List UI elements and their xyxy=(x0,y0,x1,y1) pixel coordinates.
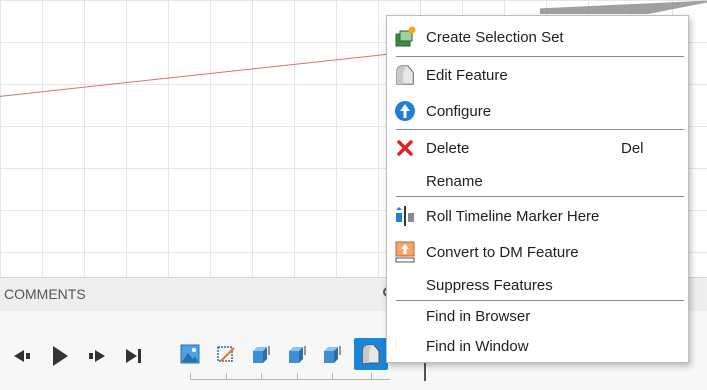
delete-icon xyxy=(394,137,416,159)
extrude-icon xyxy=(253,346,270,363)
skip-forward-button[interactable] xyxy=(122,344,146,368)
timeline-item-extrude-2[interactable] xyxy=(283,339,311,369)
menu-item-label: Find in Browser xyxy=(426,307,531,325)
menu-item-suppress-features[interactable]: Suppress Features xyxy=(387,269,688,301)
timeline-tick xyxy=(261,373,262,380)
convert-dm-feature-icon xyxy=(394,241,416,263)
skip-forward-icon xyxy=(126,349,141,363)
sketch-icon xyxy=(217,346,235,362)
timeline-item-extrude-3[interactable] xyxy=(318,339,346,369)
menu-separator xyxy=(396,129,684,130)
menu-separator xyxy=(396,196,684,197)
timeline-item-sketch[interactable] xyxy=(212,339,240,369)
timeline-tick xyxy=(297,373,298,380)
roll-timeline-marker-icon xyxy=(394,205,416,227)
menu-item-label: Suppress Features xyxy=(426,276,553,294)
timeline-tick xyxy=(371,373,372,380)
comments-label: COMMENTS xyxy=(4,286,86,302)
menu-item-label: Rename xyxy=(426,172,483,190)
context-menu: Create Selection Set Edit Feature Config… xyxy=(386,15,689,363)
sketch-image-icon xyxy=(180,344,200,364)
menu-item-label: Roll Timeline Marker Here xyxy=(426,207,600,225)
edit-feature-icon xyxy=(394,64,416,86)
step-forward-button[interactable] xyxy=(85,344,109,368)
selection-set-icon xyxy=(394,26,416,48)
menu-item-configure[interactable]: Configure xyxy=(387,95,688,127)
menu-item-label: Create Selection Set xyxy=(426,28,564,46)
timeline-item-sketch-image[interactable] xyxy=(176,339,204,369)
extrude-icon xyxy=(289,346,306,363)
menu-item-label: Convert to DM Feature xyxy=(426,243,579,261)
menu-item-label: Configure xyxy=(426,102,492,120)
menu-item-shortcut: Del xyxy=(621,139,644,157)
step-forward-icon xyxy=(89,350,105,362)
menu-item-label: Edit Feature xyxy=(426,66,508,84)
timeline-track xyxy=(190,379,390,380)
menu-item-find-in-window[interactable]: Find in Window xyxy=(387,330,688,362)
menu-item-create-selection-set[interactable]: Create Selection Set xyxy=(387,21,688,53)
configure-icon xyxy=(394,100,416,122)
fillet-icon xyxy=(362,344,380,364)
menu-item-delete[interactable]: Delete Del xyxy=(387,132,688,164)
menu-item-label: Delete xyxy=(426,139,470,157)
timeline-tick xyxy=(226,373,227,380)
timeline-tick xyxy=(190,373,191,380)
timeline-item-extrude-1[interactable] xyxy=(247,339,275,369)
menu-item-find-in-browser[interactable]: Find in Browser xyxy=(387,300,688,332)
timeline-item-fillet[interactable] xyxy=(354,338,388,370)
menu-item-label: Find in Window xyxy=(426,337,529,355)
menu-item-edit-feature[interactable]: Edit Feature xyxy=(387,59,688,91)
model-body-edge[interactable] xyxy=(540,0,707,14)
menu-separator xyxy=(396,56,684,57)
extrude-icon xyxy=(324,346,341,363)
skip-back-icon xyxy=(14,350,30,362)
menu-item-roll-timeline-marker[interactable]: Roll Timeline Marker Here xyxy=(387,200,688,232)
menu-item-rename[interactable]: Rename xyxy=(387,165,688,197)
timeline-tick xyxy=(332,373,333,380)
skip-back-button[interactable] xyxy=(10,344,34,368)
x-axis-line xyxy=(0,50,418,99)
play-button[interactable] xyxy=(48,344,72,368)
menu-item-convert-dm-feature[interactable]: Convert to DM Feature xyxy=(387,236,688,268)
play-icon xyxy=(53,346,68,366)
